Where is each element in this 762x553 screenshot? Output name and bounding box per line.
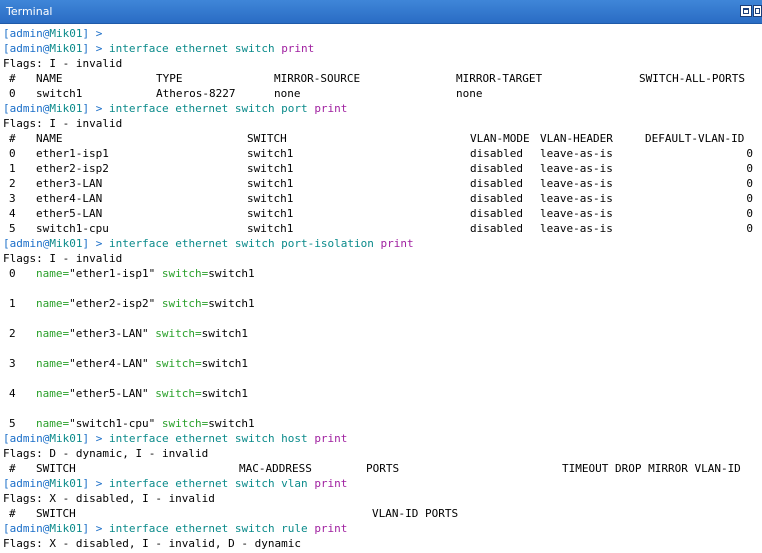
prompt-line: [admin@Mik01] > interface ethernet switc… (3, 477, 348, 490)
switch-table-header: # NAME TYPE MIRROR-SOURCE MIRROR-TARGET … (9, 72, 745, 85)
table-row: 1 ether2-isp2 switch1 disabled leave-as-is 0 (9, 162, 753, 175)
restore-icon[interactable] (740, 5, 752, 17)
flags-line: Flags: X - disabled, I - invalid, D - dy… (3, 537, 302, 550)
prompt-line: [admin@Mik01] > interface ethernet switc… (3, 42, 315, 55)
vlan-table-header: # SWITCH VLAN-ID PORTS (9, 507, 459, 520)
flags-line: Flags: I - invalid (3, 57, 123, 70)
prompt-line: [admin@Mik01] > interface ethernet switc… (3, 237, 414, 250)
table-row: 0 switch1 Atheros-8227 none none (9, 87, 483, 100)
prompt-line: [admin@Mik01] > (3, 27, 109, 40)
flags-line: Flags: D - dynamic, I - invalid (3, 447, 209, 460)
table-row: 3 ether4-LAN switch1 disabled leave-as-is 0 (9, 192, 753, 205)
prompt-line: [admin@Mik01] > interface ethernet switc… (3, 432, 348, 445)
flags-line: Flags: I - invalid (3, 117, 123, 130)
table-row: 5 switch1-cpu switch1 disabled leave-as-is 0 (9, 222, 753, 235)
port-table-header: # NAME SWITCH VLAN-MODE VLAN-HEADER DEFA… (9, 132, 745, 145)
prompt-line: [admin@Mik01] > interface ethernet switc… (3, 522, 348, 535)
table-row: 2 ether3-LAN switch1 disabled leave-as-is 0 (9, 177, 753, 190)
prompt-line: [admin@Mik01] > interface ethernet switc… (3, 102, 348, 115)
table-row: 0 ether1-isp1 switch1 disabled leave-as-is 0 (9, 147, 753, 160)
window-title: Terminal (6, 5, 53, 18)
flags-line: Flags: X - disabled, I - invalid (3, 492, 215, 505)
terminal-output[interactable]: [admin@Mik01] > [admin@Mik01] > interfac… (3, 26, 759, 553)
window-titlebar[interactable]: Terminal (0, 0, 762, 24)
table-row: 4 ether5-LAN switch1 disabled leave-as-is 0 (9, 207, 753, 220)
close-icon[interactable] (753, 5, 762, 17)
flags-line: Flags: I - invalid (3, 252, 123, 265)
host-table-header: # SWITCH MAC-ADDRESS PORTS TIMEOUT DROP … (9, 462, 741, 475)
